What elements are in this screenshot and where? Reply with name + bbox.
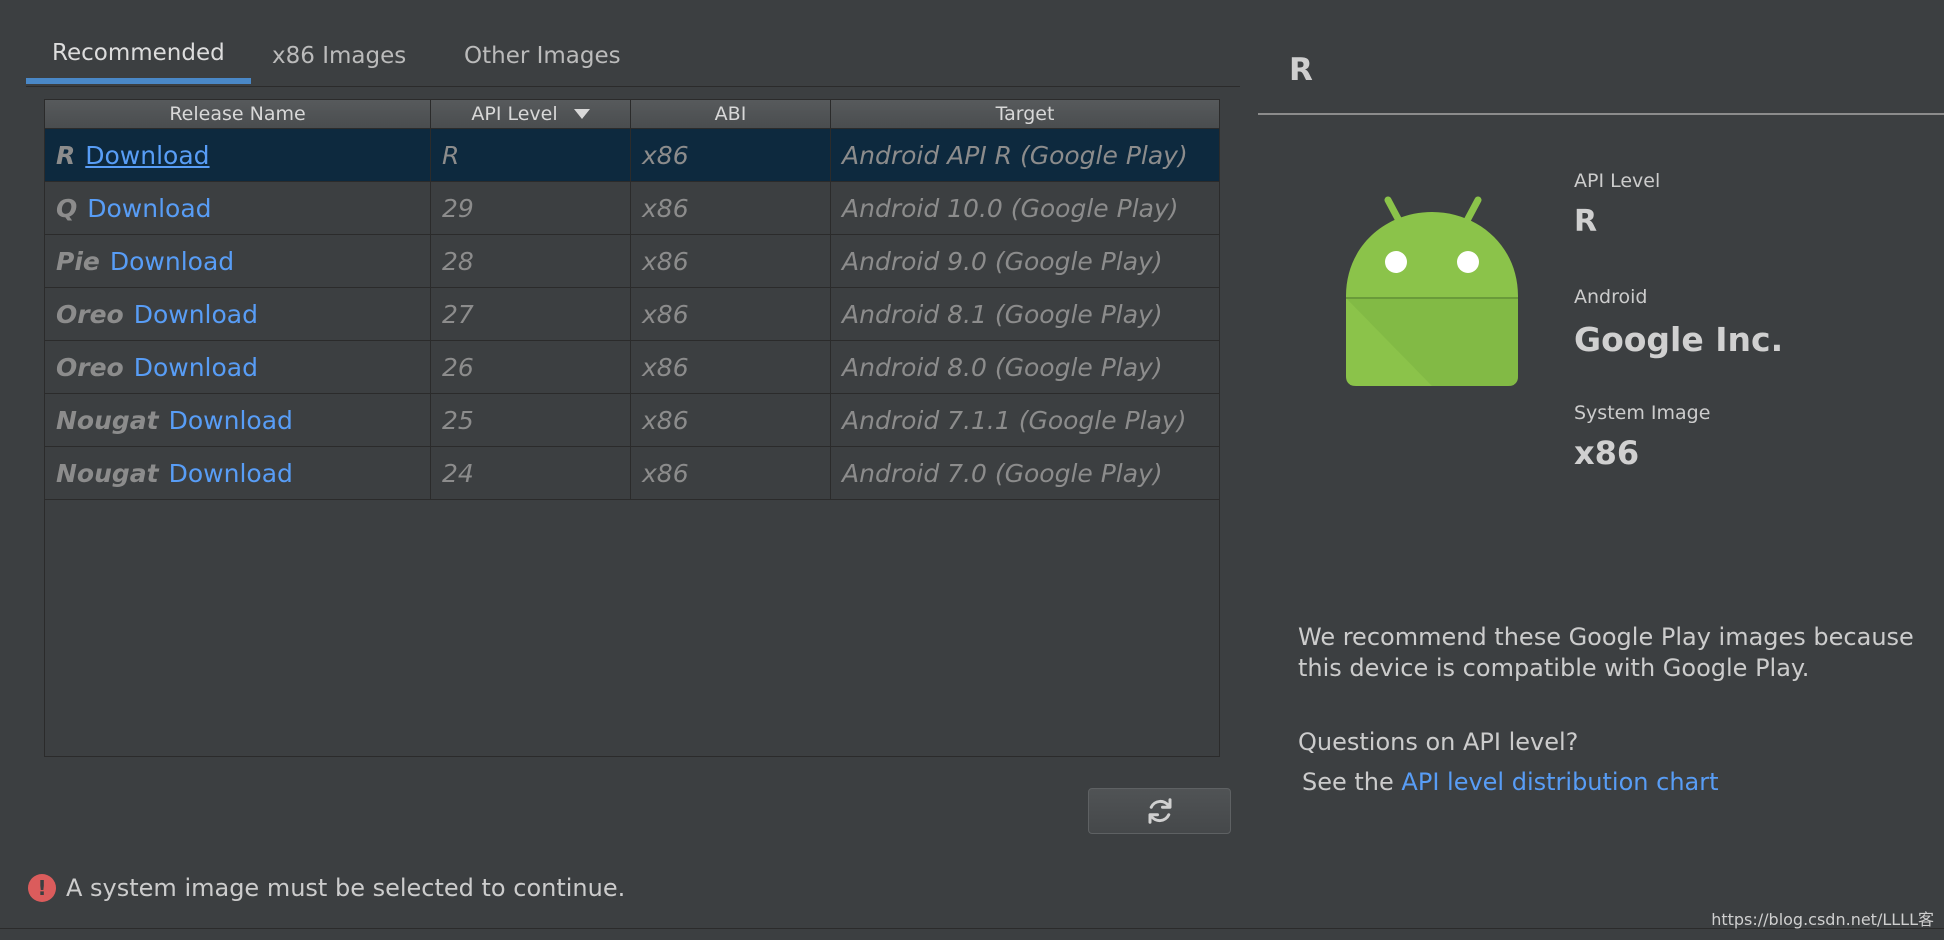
api-level-cell: R xyxy=(431,129,631,181)
tab-recommended[interactable]: Recommended xyxy=(26,28,251,84)
questions-text: Questions on API level? xyxy=(1298,728,1579,756)
api-level-cell: 24 xyxy=(431,447,631,499)
abi-cell: x86 xyxy=(631,394,831,446)
recommendation-text: We recommend these Google Play images be… xyxy=(1298,623,1914,682)
abi-cell: x86 xyxy=(631,235,831,287)
watermark: https://blog.csdn.net/LLLL客 xyxy=(1711,910,1934,929)
api-level-cell: 29 xyxy=(431,182,631,234)
details-title: R xyxy=(1289,52,1313,88)
validation-error: ! A system image must be selected to con… xyxy=(28,874,625,902)
error-message: A system image must be selected to conti… xyxy=(66,874,626,902)
download-link[interactable]: Download xyxy=(110,247,234,276)
table-row[interactable]: Pie Download 28 x86 Android 9.0 (Google P… xyxy=(45,235,1219,288)
system-image-label: System Image xyxy=(1574,402,1711,424)
table-row[interactable]: R Download R x86 Android API R (Google Pl… xyxy=(45,129,1219,182)
system-image-table: Release Name API Level ABI Target R Downl… xyxy=(44,99,1220,757)
table-row[interactable]: Nougat Download 25 x86 Android 7.1.1 (Goo… xyxy=(45,394,1219,447)
left-pane: Recommended x86 Images Other Images Rele… xyxy=(0,0,1240,940)
abi-cell: x86 xyxy=(631,341,831,393)
tab-other-images[interactable]: Other Images xyxy=(438,28,647,84)
api-level-label: API Level xyxy=(1574,170,1661,192)
release-name-cell: Oreo Download xyxy=(45,341,431,393)
download-link[interactable]: Download xyxy=(85,141,209,170)
release-name-cell: Nougat Download xyxy=(45,447,431,499)
image-tabs: Recommended x86 Images Other Images xyxy=(26,28,1240,87)
abi-cell: x86 xyxy=(631,447,831,499)
abi-cell: x86 xyxy=(631,182,831,234)
sort-descending-icon xyxy=(573,109,590,119)
see-prefix: See the xyxy=(1302,768,1402,796)
column-header-target[interactable]: Target xyxy=(831,100,1219,128)
release-name-cell: Nougat Download xyxy=(45,394,431,446)
tab-x86-images[interactable]: x86 Images xyxy=(246,28,432,84)
refresh-icon xyxy=(1148,798,1171,824)
release-name: R xyxy=(56,140,76,170)
refresh-button[interactable] xyxy=(1088,788,1231,834)
target-cell: Android 7.1.1 (Google Play) xyxy=(842,405,1187,435)
column-header-abi[interactable]: ABI xyxy=(631,100,831,128)
api-level-cell: 28 xyxy=(431,235,631,287)
system-image-value: x86 xyxy=(1574,434,1640,472)
column-header-label: Target xyxy=(995,103,1055,125)
column-header-release-name[interactable]: Release Name xyxy=(45,100,431,128)
download-link[interactable]: Download xyxy=(169,459,293,488)
abi-cell: x86 xyxy=(631,288,831,340)
download-link[interactable]: Download xyxy=(169,406,293,435)
target-cell: Android 9.0 (Google Play) xyxy=(842,246,1163,276)
target-cell: Android 8.1 (Google Play) xyxy=(842,299,1163,329)
api-level-cell: 25 xyxy=(431,394,631,446)
release-name-cell: Oreo Download xyxy=(45,288,431,340)
release-name-cell: Pie Download xyxy=(45,235,431,287)
api-level-cell: 27 xyxy=(431,288,631,340)
details-pane: R API Level R Android Google Inc. System… xyxy=(1258,0,1944,940)
release-name: Nougat xyxy=(56,405,159,435)
target-cell: Android API R (Google Play) xyxy=(842,140,1188,170)
release-name-cell: Q Download xyxy=(45,182,431,234)
android-vendor-value: Google Inc. xyxy=(1574,320,1784,359)
api-level-cell: 26 xyxy=(431,341,631,393)
android-label: Android xyxy=(1574,286,1648,308)
release-name: Oreo xyxy=(56,299,124,329)
target-cell: Android 10.0 (Google Play) xyxy=(842,193,1179,223)
android-robot-icon xyxy=(1346,196,1518,386)
download-link[interactable]: Download xyxy=(134,353,258,382)
abi-cell: x86 xyxy=(631,129,831,181)
table-row[interactable]: Q Download 29 x86 Android 10.0 (Google Pl… xyxy=(45,182,1219,235)
error-icon: ! xyxy=(28,874,56,902)
release-name: Pie xyxy=(56,246,100,276)
table-row[interactable]: Oreo Download 27 x86 Android 8.1 (Google … xyxy=(45,288,1219,341)
download-link[interactable]: Download xyxy=(87,194,211,223)
target-cell: Android 7.0 (Google Play) xyxy=(842,458,1163,488)
release-name-cell: R Download xyxy=(45,129,431,181)
target-cell: Android 8.0 (Google Play) xyxy=(842,352,1163,382)
release-name: Nougat xyxy=(56,458,159,488)
api-level-distribution-link[interactable]: API level distribution chart xyxy=(1401,768,1718,796)
table-row[interactable]: Oreo Download 26 x86 Android 8.0 (Google … xyxy=(45,341,1219,394)
download-link[interactable]: Download xyxy=(134,300,258,329)
table-row[interactable]: Nougat Download 24 x86 Android 7.0 (Googl… xyxy=(45,447,1219,500)
column-header-label: API Level xyxy=(471,103,558,125)
release-name: Oreo xyxy=(56,352,124,382)
release-name: Q xyxy=(56,193,78,223)
column-header-label: ABI xyxy=(714,103,747,125)
table-header: Release Name API Level ABI Target xyxy=(45,100,1219,129)
api-chart-line: See the API level distribution chart xyxy=(1302,768,1719,796)
details-divider xyxy=(1258,113,1944,115)
column-header-label: Release Name xyxy=(169,103,306,125)
column-header-api-level[interactable]: API Level xyxy=(431,100,631,128)
api-level-value: R xyxy=(1574,204,1598,239)
